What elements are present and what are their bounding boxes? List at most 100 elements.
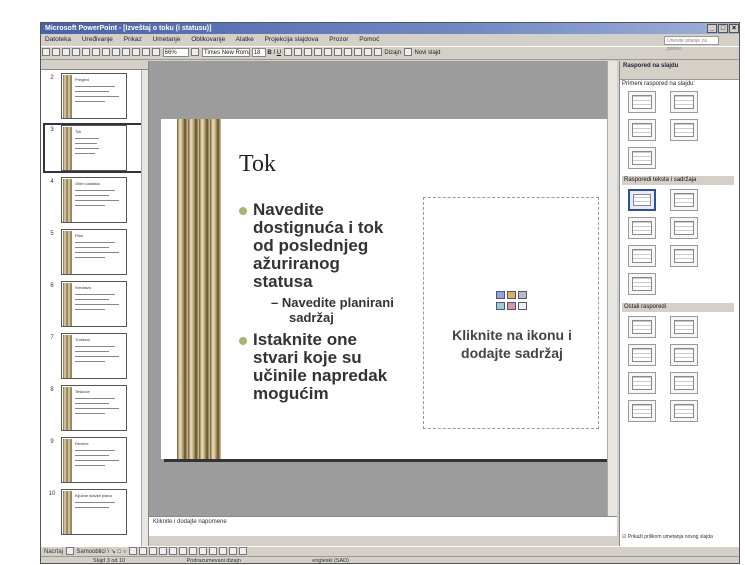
close-button[interactable]: × [729, 24, 739, 33]
layout-tile[interactable] [670, 344, 698, 366]
thumbnail-slide[interactable]: 9 Rezime [45, 437, 145, 483]
chart-insert-icon[interactable] [507, 291, 516, 299]
new-slide-icon[interactable] [403, 48, 412, 57]
draw-menu[interactable]: Nacrtaj [44, 549, 63, 555]
thumbnail-slide[interactable]: 6 Sredstva [45, 281, 145, 327]
layout-tile[interactable] [670, 400, 698, 422]
align-left-icon[interactable] [293, 48, 302, 57]
section-text-content[interactable]: Rasporedi teksta i sadržaja [622, 176, 734, 185]
slide-title[interactable]: Tok [239, 151, 276, 178]
open-icon[interactable] [52, 48, 60, 57]
outline-slides-tabs[interactable] [41, 61, 148, 70]
help-search-input[interactable]: Unesite pitanje za pomoć [664, 36, 719, 52]
menu-alatke[interactable]: Alatke [236, 36, 254, 43]
paste-icon[interactable] [112, 48, 120, 57]
menu-datoteka[interactable]: Datoteka [45, 36, 71, 43]
slide-scrollbar[interactable] [607, 61, 617, 516]
layout-tile[interactable] [628, 400, 656, 422]
autoshapes-menu[interactable]: Samooblici [76, 549, 105, 555]
diagram-insert-icon[interactable] [507, 302, 516, 310]
text-color-icon[interactable] [189, 547, 198, 556]
redo-icon[interactable] [132, 48, 140, 57]
layout-tile[interactable] [628, 344, 656, 366]
italic-button[interactable]: I [273, 50, 275, 56]
bullets-icon[interactable] [333, 48, 342, 57]
layout-tile[interactable] [670, 217, 698, 239]
font-color-icon[interactable] [373, 48, 382, 57]
menu-prikaz[interactable]: Prikaz [124, 36, 142, 43]
rectangle-tool[interactable]: □ [117, 549, 121, 555]
task-pane-title[interactable]: Raspored na slajdu [620, 61, 739, 71]
zoom-select[interactable]: 66% [162, 47, 189, 57]
arrow-tool[interactable]: ↘ [111, 549, 116, 555]
undo-icon[interactable] [122, 48, 130, 57]
menu-prozor[interactable]: Prozor [329, 36, 348, 43]
oval-tool[interactable]: ○ [123, 549, 127, 555]
shadow-icon[interactable] [283, 48, 292, 57]
layout-tile[interactable] [628, 91, 656, 113]
layout-tile[interactable] [628, 147, 656, 169]
menu-pomoc[interactable]: Pomoć [359, 36, 379, 43]
spellcheck-icon[interactable] [82, 48, 90, 57]
layout-tile[interactable] [628, 245, 656, 267]
save-icon[interactable] [62, 48, 70, 57]
section-other-layouts[interactable]: Ostali rasporedi [622, 303, 734, 312]
layout-tile[interactable] [670, 316, 698, 338]
underline-button[interactable]: U [277, 50, 281, 56]
notes-pane[interactable]: Kliknite i dodajte napomene [149, 516, 617, 536]
layout-tile[interactable] [670, 119, 698, 141]
new-icon[interactable] [42, 48, 50, 57]
thumbnail-slide-selected[interactable]: 3 Tok [43, 123, 147, 173]
numbering-icon[interactable] [323, 48, 332, 57]
thumbnail-slide[interactable]: 5 Plan [45, 229, 145, 275]
bullet-2[interactable]: Istaknite one stvari koje su učinile nap… [239, 331, 387, 403]
clipart-insert-icon[interactable] [518, 291, 527, 299]
picture-icon[interactable] [159, 547, 168, 556]
thumbnail-slide[interactable]: 4 Obim zadatka [45, 177, 145, 223]
select-arrow-icon[interactable] [65, 547, 74, 556]
layout-tile[interactable] [670, 91, 698, 113]
increase-font-icon[interactable] [343, 48, 352, 57]
wordart-icon[interactable] [139, 547, 148, 556]
thumbnail-slide[interactable]: 2 Pregled [45, 73, 145, 119]
thumbnail-slide[interactable]: 8 Teškoće [45, 385, 145, 431]
bullet-1[interactable]: Navedite dostignuća i tok od poslednjeg … [239, 201, 383, 291]
layout-tile[interactable] [628, 273, 656, 295]
table-insert-icon[interactable] [496, 291, 505, 299]
show-on-insert-checkbox[interactable]: ☑ Prikaži prilikom umetanja novog slajda [622, 531, 739, 543]
content-placeholder[interactable]: Kliknite na ikonu i dodajte sadržaj [423, 197, 599, 429]
dash-style-icon[interactable] [209, 547, 218, 556]
design-button[interactable]: Dizajn [384, 50, 401, 56]
picture-insert-icon[interactable] [496, 302, 505, 310]
thumbnails-scrollbar[interactable] [141, 70, 148, 546]
slide-canvas[interactable]: Tok Navedite dostignuća i tok od posledn… [161, 119, 611, 459]
thumbnail-slide[interactable]: 10 Ključne stavke plana [45, 489, 145, 535]
cut-icon[interactable] [92, 48, 100, 57]
layout-tile[interactable] [670, 189, 698, 211]
clipart-icon[interactable] [149, 547, 158, 556]
arrow-style-icon[interactable] [219, 547, 228, 556]
line-style-icon[interactable] [199, 547, 208, 556]
3d-style-icon[interactable] [239, 547, 248, 556]
line-color-icon[interactable] [179, 547, 188, 556]
layout-tile[interactable] [628, 119, 656, 141]
align-center-icon[interactable] [303, 48, 312, 57]
bold-button[interactable]: B [267, 50, 271, 56]
help-icon[interactable] [191, 48, 200, 57]
indent-icon[interactable] [363, 48, 372, 57]
menu-umetanje[interactable]: Umetanje [153, 36, 181, 43]
line-tool[interactable]: \ [107, 549, 109, 555]
font-size-select[interactable]: 18 [251, 47, 266, 57]
menu-uredjivanje[interactable]: Uređivanje [82, 36, 113, 43]
insert-content-icons[interactable] [496, 291, 528, 313]
layout-tile[interactable] [628, 372, 656, 394]
layout-tile[interactable] [670, 245, 698, 267]
menu-projekcija[interactable]: Projekcija slajdova [265, 36, 319, 43]
decrease-font-icon[interactable] [353, 48, 362, 57]
table-icon[interactable] [152, 48, 160, 57]
fill-color-icon[interactable] [169, 547, 178, 556]
layout-tile-selected[interactable] [628, 189, 656, 211]
layout-tile[interactable] [670, 372, 698, 394]
print-icon[interactable] [72, 48, 80, 57]
menu-oblikovanje[interactable]: Oblikovanje [191, 36, 225, 43]
